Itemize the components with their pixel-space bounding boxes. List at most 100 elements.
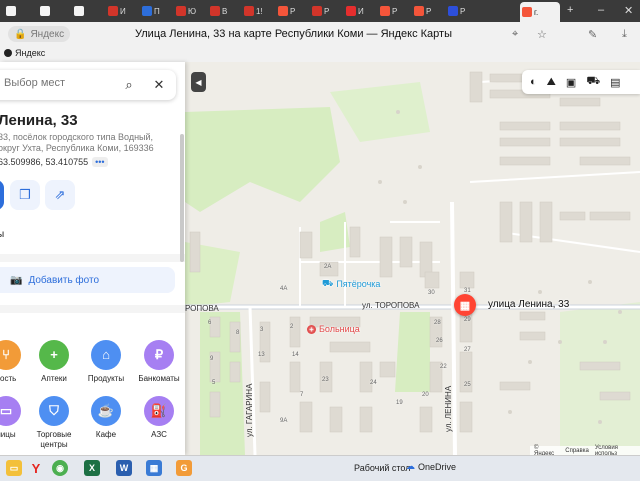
traffic-layer-icon[interactable]: ◐ [530,76,537,88]
tab-favicon-icon [40,6,50,16]
share-button[interactable]: ⇗ [45,180,75,210]
browser-tab[interactable]: П [140,3,165,19]
tab-favicon-icon [346,6,356,16]
collapse-panel-button[interactable]: ◀ [191,72,206,92]
browser-tab[interactable] [38,3,63,19]
new-tab-icon[interactable]: + [567,4,573,16]
onedrive-item[interactable]: ☁ OneDrive [406,461,456,472]
street-label-toropova-left: РОПОВА [185,304,219,313]
category-ruble[interactable]: ₽ Банкоматы [131,340,185,384]
route-button[interactable]: ➜ [0,180,4,210]
house-number: 9 [210,356,214,362]
browser-tab[interactable]: В [208,3,233,19]
browser-tab[interactable]: г. [520,2,560,22]
plus-icon: + [39,340,69,370]
bag-icon: ⛉ [39,396,69,426]
address-bar[interactable]: 🔒 Яндекс Улица Ленина, 33 на карте Респу… [0,22,640,46]
more-layers-icon[interactable]: ▤ [610,76,620,89]
bed-icon: ▭ [0,396,21,426]
minimize-icon[interactable]: – [598,4,604,16]
yandex-browser-icon[interactable]: Y [28,460,44,476]
house-number: 2А [324,264,332,270]
browser-tab[interactable]: И [344,3,369,19]
pin-label[interactable]: улица Ленина, 33 [488,299,569,310]
close-icon[interactable]: ✕ [150,76,168,94]
category-cup[interactable]: ☕ Кафе [78,396,134,440]
house-number: 3 [260,327,264,333]
street-label-gagarina: ул. ГАГАРИНА [245,383,254,437]
category-bag[interactable]: ⛉ Торговые центры [26,396,82,450]
category-basket[interactable]: ⌂ Продукты [78,340,134,384]
browser-tab[interactable]: И [106,3,131,19]
desktop-label[interactable]: Рабочий стол [354,463,411,473]
add-photo-button[interactable]: 📷 Добавить фото [0,267,175,293]
share-icon: ⇗ [54,187,66,202]
category-fuel[interactable]: ⛽ АЗС [131,396,185,440]
file-explorer-icon[interactable]: ▭ [6,460,22,476]
location-icon[interactable]: ⌖ [512,28,518,41]
browser-tab[interactable] [4,3,29,19]
calculator-icon[interactable]: ▦ [146,460,162,476]
house-number: 24 [370,380,377,386]
save-bookmark-button[interactable]: ❒ [10,180,40,210]
forest-area [330,82,430,142]
search-icon[interactable]: ⌕ [120,76,138,94]
map-copyright: © Яндекс Справка Условия использ [530,445,640,457]
forest-area [185,107,340,212]
download-icon[interactable]: ⤓ [622,28,627,41]
yandex-bookmark-icon [4,49,12,57]
house-number: 5 [212,380,216,386]
street-label-lenina: ул. ЛЕНИНА [444,385,453,432]
tab-favicon-icon [522,7,532,17]
search-input[interactable] [2,76,116,90]
chrome-icon[interactable]: ◉ [52,460,68,476]
browser-tab[interactable]: Р [310,3,335,19]
category-plus[interactable]: + Аптеки [26,340,82,384]
site-pill[interactable]: 🔒 Яндекс [8,26,71,42]
divider [0,305,185,313]
street-label-toropova: ул. ТОРОПОВА [362,301,420,310]
browser-tab[interactable] [72,3,97,19]
bookmark-yandex[interactable]: Яндекс [4,48,45,58]
house-number: 27 [464,347,471,353]
lock-icon: 🔒 [14,28,27,40]
house-number: 22 [440,364,447,370]
bookmark-star-icon[interactable]: ☆ [537,28,547,41]
fuel-icon: ⛽ [144,396,174,426]
cup-icon: ☕ [91,396,121,426]
poi-pyaterochka[interactable]: ⛟ Пятёрочка [322,278,380,290]
extension-icon[interactable]: ✎ [588,28,597,41]
close-window-icon[interactable]: ✕ [624,4,633,17]
browser-tab[interactable]: Р [378,3,403,19]
place-address: 33, посёлок городского типа Водный, окру… [0,132,154,153]
browser-tab[interactable]: Р [446,3,471,19]
search-box[interactable]: ⌕ ✕ [0,70,176,100]
divider [0,254,185,262]
coords-more-button[interactable]: ••• [92,157,108,167]
browser-tab[interactable]: Ю [174,3,199,19]
browser-tab[interactable]: Р [276,3,301,19]
tab-favicon-icon [414,6,424,16]
transit-layer-icon[interactable]: ⛟ [586,75,600,89]
reviews-tab[interactable]: ы [0,229,4,240]
panorama-layer-icon[interactable]: ⛰ [547,76,556,89]
camera-layer-icon[interactable]: ▣ [566,76,576,89]
chevron-left-icon: ◀ [195,77,202,87]
house-number: 23 [322,377,329,383]
bookmarks-bar: Яндекс [0,46,640,63]
coordinates[interactable]: 63.509986, 53.410755 ••• [0,157,108,167]
browser-tab-strip: И П Ю В 1! Р Р И Р Р Рг. + – ✕ [0,0,640,22]
word-icon[interactable]: W [116,460,132,476]
basket-icon: ⌂ [91,340,121,370]
house-number: 20 [422,392,429,398]
selected-place-pin[interactable]: ▦ [454,294,476,316]
browser-tab[interactable]: 1! [242,3,267,19]
site-name: Яндекс [30,28,65,40]
panel-scrollbar[interactable] [180,134,184,262]
app-icon[interactable]: G [176,460,192,476]
poi-hospital[interactable]: + Больница [307,324,360,334]
browser-tab[interactable]: Р [412,3,437,19]
excel-icon[interactable]: X [84,460,100,476]
page-title: Улица Ленина, 33 на карте Республики Ком… [135,28,452,40]
place-panel: ⌕ ✕ Ленина, 33 33, посёлок городского ти… [0,62,185,455]
